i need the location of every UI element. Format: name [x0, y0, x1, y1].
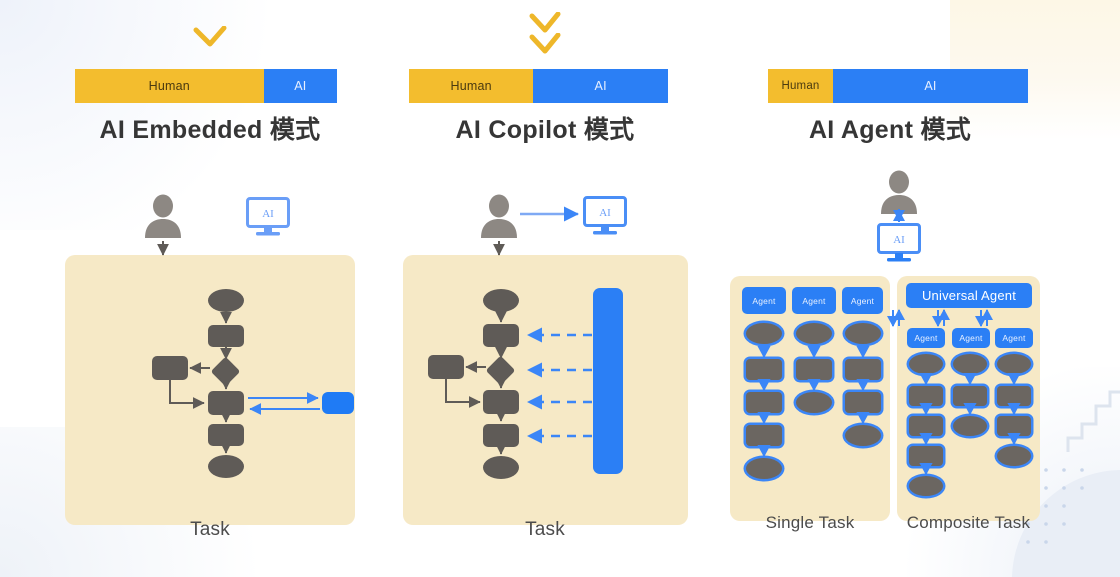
agent-box-label: Agent — [850, 295, 875, 306]
agent-box-label: Agent — [914, 333, 938, 343]
agent-box[interactable]: Agent — [952, 328, 990, 348]
chevron-group-embedded — [60, 16, 360, 64]
flow-start-ellipse — [483, 289, 519, 312]
flow-end-ellipse — [208, 455, 244, 478]
agent-flow-ellipse — [953, 354, 987, 374]
segment-ai: AI — [263, 69, 337, 103]
agent-flow-rect — [997, 386, 1031, 406]
chevron-down-icon — [528, 33, 562, 55]
agent-box-label: Agent — [802, 295, 826, 306]
flow-end-ellipse — [483, 456, 519, 479]
agent-flow-rect — [845, 359, 881, 380]
segment-human-label: Human — [450, 79, 492, 93]
task-label-single: Single Task — [765, 513, 855, 532]
agent-box[interactable]: Agent — [842, 287, 883, 314]
flow-branch-rect — [428, 355, 464, 379]
agent-flow-ellipse — [953, 416, 987, 436]
flow-branch-rect — [152, 356, 188, 380]
agent-flow-ellipse — [997, 354, 1031, 374]
agent-flow-ellipse — [909, 476, 943, 496]
svg-text:AI: AI — [893, 234, 905, 246]
segment-human-label: Human — [781, 80, 820, 92]
monitor-ai-icon: AI — [582, 195, 628, 237]
flow-process-rect-2 — [483, 390, 519, 414]
panel-ai-embedded: Human AI AI Embedded 模式 AI Task — [60, 0, 360, 577]
monitor-ai-icon: AI — [245, 196, 291, 238]
panel-ai-agent: Human AI AI Agent 模式 AI Single Task Agen… — [730, 0, 1040, 577]
human-ai-split-bar-agent: Human AI — [768, 69, 1028, 103]
agent-flow-rect — [997, 416, 1031, 436]
panel-title-embedded: AI Embedded 模式 — [99, 116, 321, 144]
segment-ai: AI — [533, 69, 668, 103]
agent-flow-ellipse — [746, 323, 782, 344]
agent-box[interactable]: Agent — [995, 328, 1033, 348]
ai-embedded-block — [322, 392, 354, 414]
monitor-ai-icon: AI — [876, 222, 922, 264]
human-ai-split-bar-copilot: Human AI — [409, 69, 668, 103]
agent-flow-rect — [746, 392, 782, 413]
agent-box[interactable]: Agent — [792, 287, 836, 314]
panel-ai-copilot: Human AI AI Copilot 模式 AI Task — [395, 0, 695, 577]
segment-ai-label: AI — [294, 79, 307, 93]
agent-flow-ellipse — [997, 446, 1031, 466]
agent-flow-rect — [746, 425, 782, 446]
agent-flow-ellipse — [796, 392, 832, 413]
agent-box-label: Agent — [752, 295, 776, 306]
person-icon — [878, 169, 920, 217]
agent-box-label: Agent — [959, 333, 983, 343]
person-icon — [142, 193, 184, 241]
person-icon — [478, 193, 520, 241]
flow-process-rect-1 — [483, 324, 519, 347]
segment-human-label: Human — [148, 79, 190, 93]
agent-box-label: Agent — [1002, 333, 1026, 343]
agent-flow-rect — [909, 446, 943, 466]
svg-text:AI: AI — [599, 207, 611, 219]
flow-start-ellipse — [208, 289, 244, 312]
agent-flow-rect — [845, 392, 881, 413]
panel-title-agent: AI Agent 模式 — [808, 116, 972, 144]
segment-ai-label: AI — [594, 79, 607, 93]
agent-flow-rect — [746, 359, 782, 380]
agent-flow-rect — [953, 386, 987, 406]
task-label-copilot: Task — [525, 519, 565, 540]
panel-title-copilot: AI Copilot 模式 — [455, 116, 635, 144]
chevron-down-icon — [193, 26, 227, 48]
segment-human: Human — [75, 69, 264, 103]
agent-box[interactable]: Agent — [907, 328, 945, 348]
agent-flow-ellipse — [845, 425, 881, 446]
chevron-down-icon — [528, 12, 562, 34]
agent-flow-rect — [796, 359, 832, 380]
task-label-embedded: Task — [190, 519, 230, 540]
segment-ai-label: AI — [924, 79, 937, 93]
flow-process-rect-3 — [483, 424, 519, 447]
diagram-canvas: Human AI AI Embedded 模式 AI Task Human AI… — [0, 0, 1120, 577]
flow-process-rect-3 — [208, 424, 244, 446]
agent-flow-ellipse — [845, 323, 881, 344]
task-box-copilot — [403, 255, 688, 525]
agent-flow-rect — [909, 416, 943, 436]
chevron-group-copilot — [395, 12, 695, 64]
flow-process-rect-2 — [208, 391, 244, 415]
human-ai-split-bar-embedded: Human AI — [75, 69, 337, 103]
agent-flow-ellipse — [796, 323, 832, 344]
agent-box[interactable]: Agent — [742, 287, 786, 314]
task-label-composite: Composite Task — [906, 513, 1031, 532]
agent-flow-rect — [909, 386, 943, 406]
ai-copilot-assist-bar — [593, 288, 623, 474]
segment-human: Human — [768, 69, 833, 103]
flow-process-rect-1 — [208, 325, 244, 347]
agent-flow-ellipse — [909, 354, 943, 374]
segment-human: Human — [409, 69, 534, 103]
universal-agent-box[interactable]: Universal Agent — [906, 283, 1032, 308]
universal-agent-label: Universal Agent — [921, 288, 1017, 303]
segment-ai: AI — [833, 69, 1028, 103]
agent-flow-ellipse — [746, 458, 782, 479]
svg-text:AI: AI — [262, 208, 274, 220]
